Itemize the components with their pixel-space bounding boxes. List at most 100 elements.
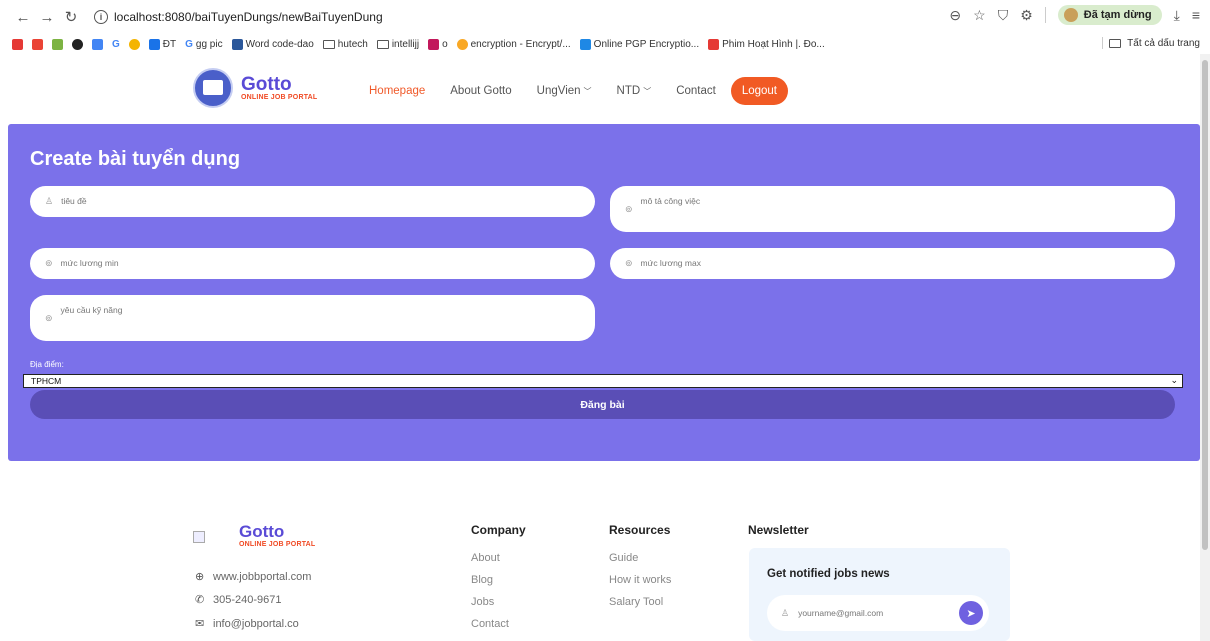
title-input[interactable]: ♙ tiêu đề	[30, 186, 595, 217]
chatgpt-bookmark-icon[interactable]	[72, 38, 83, 50]
main-nav: Homepage About Gotto UngVien ﹀ NTD ﹀ Conta…	[369, 77, 789, 105]
footer-email[interactable]: ✉ info@jobportal.co	[195, 617, 299, 631]
bookmark-label: Phim Hoạt Hình |. Đo...	[722, 38, 825, 50]
footer-link-guide[interactable]: Guide	[609, 552, 638, 564]
profile-avatar	[1063, 8, 1078, 22]
footer-phone[interactable]: ✆ 305-240-9671	[195, 593, 282, 607]
back-icon[interactable]: ←	[12, 6, 34, 28]
bookmark-label: G	[112, 38, 120, 50]
forward-icon[interactable]: →	[36, 6, 58, 28]
company-heading: Company	[471, 523, 526, 537]
location-pin-icon: ⊚	[625, 204, 633, 214]
nav-ungvien[interactable]: UngVien ﹀	[537, 85, 592, 97]
bookmark-label: intellijj	[391, 38, 420, 50]
profile-status-button[interactable]: Đã tạm dừng	[1057, 5, 1162, 25]
bookmark-label: gg pic	[195, 38, 223, 50]
user-icon: ♙	[45, 196, 54, 206]
bookmark-favicon	[148, 38, 160, 50]
submit-post-button[interactable]: Đăng bài	[30, 390, 1175, 419]
nav-contact[interactable]: Contact	[676, 85, 716, 97]
separator	[1044, 7, 1046, 23]
nav-ntd[interactable]: NTD ﹀	[617, 85, 652, 97]
logout-button[interactable]: Logout	[730, 77, 789, 105]
gmail-bookmark-icon[interactable]	[32, 38, 43, 50]
footer-website[interactable]: ⊕ www.jobbportal.com	[195, 570, 312, 584]
google-icon: G	[185, 38, 193, 50]
location-pin-icon: ⊚	[45, 258, 53, 268]
footer-logo-tagline: ONLINE JOB PORTAL	[239, 541, 316, 548]
create-post-panel: Create bài tuyển dụng ♙ tiêu đề ⊚ mô tả …	[8, 124, 1200, 461]
location-select[interactable]: TPHCM ⌄	[23, 374, 1183, 388]
footer-logo[interactable]: Gotto ONLINE JOB PORTAL	[193, 523, 315, 548]
scrollbar-thumb[interactable]	[1202, 60, 1208, 550]
all-bookmarks-label: Tất cả dấu trang	[1127, 37, 1200, 49]
nav-homepage[interactable]: Homepage	[369, 85, 425, 97]
all-bookmarks[interactable]: Tất cả dấu trang	[1102, 37, 1200, 49]
footer-link-salary-tool[interactable]: Salary Tool	[609, 596, 663, 608]
footer-link-blog[interactable]: Blog	[471, 574, 493, 586]
python-bookmark-icon[interactable]	[128, 38, 140, 50]
newsletter-placeholder: yourname@gmail.com	[798, 608, 884, 618]
page-scrollbar[interactable]	[1200, 54, 1210, 641]
bookmark-item[interactable]: ĐT	[148, 38, 176, 50]
skills-input[interactable]: ⊚ yêu cầu kỹ năng	[30, 295, 595, 341]
nav-about[interactable]: About Gotto	[450, 85, 511, 97]
bookmark-item[interactable]: G	[112, 39, 120, 50]
separator	[1102, 37, 1104, 49]
website-text: www.jobbportal.com	[213, 570, 312, 583]
location-pin-icon: ⊚	[625, 258, 633, 268]
bookmark-item[interactable]: hutech	[322, 38, 368, 50]
globe-icon: ⊕	[195, 571, 205, 583]
bookmark-item[interactable]: Word code-dao	[231, 38, 314, 50]
bookmark-favicon	[456, 38, 468, 50]
reload-icon[interactable]: ↻	[60, 6, 82, 28]
footer-link-about[interactable]: About	[471, 552, 500, 564]
footer-link-how-it-works[interactable]: How it works	[609, 574, 671, 586]
logo-job-icon	[193, 68, 233, 108]
word-icon	[231, 38, 243, 50]
site-logo[interactable]: Gotto ONLINE JOB PORTAL	[193, 68, 317, 108]
footer-link-contact[interactable]: Contact	[471, 618, 509, 630]
newsletter-email-input[interactable]: ♙ yourname@gmail.com ➤	[767, 595, 989, 631]
bookmark-item[interactable]: encryption - Encrypt/...	[456, 38, 571, 50]
bookmark-item[interactable]: Online PGP Encryptio...	[579, 38, 700, 50]
menu-icon[interactable]: ≡	[1192, 7, 1200, 23]
logo-name: Gotto	[241, 73, 292, 95]
chevron-down-icon: ⌄	[1170, 375, 1178, 385]
zoom-icon[interactable]: ⊖	[949, 7, 961, 24]
bookmark-label: hutech	[337, 38, 368, 50]
youtube-bookmark-icon[interactable]	[12, 38, 23, 50]
browser-toolbar: ← → ↻ i localhost:8080/baiTuyenDungs/new…	[0, 0, 1210, 34]
bookmark-item[interactable]: Ggg pic	[185, 39, 222, 50]
nav-ungvien-label: UngVien	[536, 85, 581, 97]
microsoft-bookmark-icon[interactable]	[52, 38, 63, 50]
bookmark-item[interactable]: intellijj	[376, 38, 420, 50]
send-icon[interactable]: ➤	[959, 601, 983, 625]
title-placeholder: tiêu đề	[61, 196, 87, 206]
folder-icon	[376, 39, 389, 49]
bookmark-label: Online PGP Encryptio...	[593, 38, 700, 50]
footer-link-jobs[interactable]: Jobs	[471, 596, 494, 608]
salary-min-input[interactable]: ⊚ mức lương min	[30, 248, 595, 279]
skills-placeholder: yêu cầu kỹ năng	[60, 305, 123, 315]
download-icon[interactable]: ⤓	[1174, 7, 1180, 24]
newsletter-title: Get notified jobs news	[767, 568, 890, 580]
location-pin-icon: ⊚	[45, 313, 53, 323]
profile-status-label: Đã tạm dừng	[1083, 9, 1152, 21]
shield-icon[interactable]: ⛉	[998, 7, 1009, 24]
salary-max-input[interactable]: ⊚ mức lương max	[610, 248, 1175, 279]
chevron-down-icon: ﹀	[643, 87, 652, 96]
extensions-icon[interactable]: ⚙	[1020, 7, 1033, 24]
star-icon[interactable]: ☆	[973, 7, 986, 24]
address-bar[interactable]: i localhost:8080/baiTuyenDungs/newBaiTuy…	[94, 10, 383, 24]
location-label: Địa điểm:	[30, 360, 64, 369]
description-input[interactable]: ⊚ mô tả công việc	[610, 186, 1175, 232]
salary-max-placeholder: mức lương max	[640, 258, 701, 268]
bookmark-label: encryption - Encrypt/...	[470, 38, 571, 50]
newsletter-heading: Newsletter	[748, 523, 809, 537]
translate-bookmark-icon[interactable]	[92, 38, 103, 50]
url-text[interactable]: localhost:8080/baiTuyenDungs/newBaiTuyen…	[114, 10, 383, 24]
bookmark-item[interactable]: Phim Hoạt Hình |. Đo...	[708, 38, 825, 50]
bookmark-item[interactable]: o	[428, 38, 448, 50]
site-info-icon[interactable]: i	[94, 10, 108, 24]
